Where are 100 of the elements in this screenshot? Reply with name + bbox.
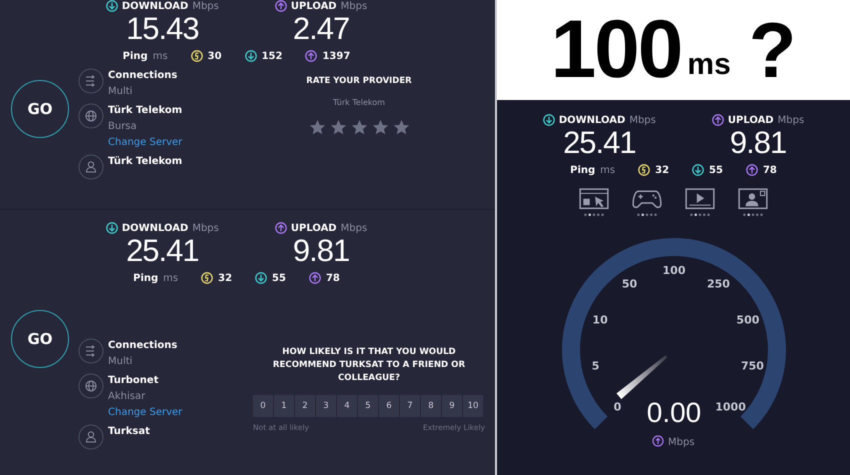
gauge-tick-label: 250 [706, 277, 730, 290]
user-icon [78, 424, 104, 450]
download-icon [692, 164, 704, 176]
upload-icon [746, 164, 758, 176]
go-button[interactable]: GO [11, 80, 69, 138]
upload-icon [305, 50, 318, 62]
go-button[interactable]: GO [11, 310, 69, 368]
globe-icon [78, 103, 104, 129]
unit-label: Mbps [192, 222, 219, 234]
star-icon[interactable] [308, 119, 326, 136]
connections-icon [78, 338, 104, 364]
gauge-tick-label: 10 [592, 313, 608, 326]
scale-option[interactable]: 5 [358, 395, 378, 417]
jitter-icon [190, 50, 203, 62]
upload-label: UPLOAD [728, 114, 774, 126]
gauge-tick-label: 50 [621, 277, 637, 290]
ping-label: Ping [133, 272, 158, 284]
upload-icon [274, 222, 287, 234]
video-player-icon [684, 188, 716, 218]
scale-option[interactable]: 7 [400, 395, 420, 417]
ping-value: 32 [655, 164, 670, 176]
ping-label: Ping [122, 50, 148, 62]
download-icon [255, 272, 268, 284]
gauge-tick-label: 750 [740, 360, 764, 373]
unit-label: Mbps [192, 0, 219, 12]
video-call-icon [737, 188, 769, 218]
download-value: 25.41 [563, 126, 636, 160]
scale-option[interactable]: 3 [316, 395, 336, 417]
headline-question-mark: ? [748, 11, 796, 89]
upload-value: 9.81 [730, 126, 786, 160]
gauge-tick-label: 500 [736, 313, 759, 326]
unit-label: Mbps [778, 114, 804, 126]
headline-value: 100 [550, 9, 682, 91]
download-value: 15.43 [126, 12, 199, 46]
unit-label: ms [152, 50, 168, 62]
globe-icon [78, 373, 104, 399]
gauge-tick-label: 100 [662, 264, 685, 277]
download-icon [244, 50, 257, 62]
gamepad-icon [631, 188, 663, 218]
ping-value: 152 [262, 50, 282, 62]
server-row-title: Türk Telekom [108, 104, 182, 118]
change-server-link[interactable]: Change Server [108, 405, 182, 421]
scale-option[interactable]: 4 [337, 395, 357, 417]
provider-name: Türk Telekom [333, 98, 385, 107]
gauge-tick-label: 5 [591, 360, 599, 373]
speed-value: 0.00 [646, 397, 701, 428]
download-icon [542, 114, 555, 126]
star-icon[interactable] [372, 119, 388, 136]
ping-value: 32 [218, 272, 232, 284]
ping-value: 78 [762, 164, 777, 176]
download-label: DOWNLOAD [122, 0, 188, 12]
scale-option[interactable]: 8 [421, 395, 441, 417]
ping-value: 55 [709, 164, 723, 176]
server-row-subtitle: Multi [108, 85, 134, 99]
server-row-title: Turbonet [108, 374, 160, 388]
star-icon[interactable] [350, 119, 368, 136]
survey-question: HOW LIKELY IS IT THAT YOU WOULD RECOMMEND TURKSAT TO A FRIEND OR COLLEAGUE? [272, 346, 466, 385]
scale-option[interactable]: 1 [274, 395, 294, 417]
unit-label: ms [163, 272, 178, 284]
star-icon[interactable] [330, 119, 346, 136]
ping-value: 55 [272, 272, 286, 284]
download-icon [106, 222, 118, 234]
jitter-icon [201, 272, 214, 284]
ping-value: 1397 [322, 50, 350, 62]
unit-label: Mbps [340, 0, 368, 12]
upload-icon [712, 114, 724, 126]
download-value: 25.41 [126, 234, 199, 268]
unit-label: Mbps [668, 437, 694, 448]
jitter-icon [638, 164, 650, 176]
unit-label: ms [600, 164, 616, 176]
server-row-subtitle: Akhisar [108, 390, 146, 404]
gauge-tick-label: 1000 [714, 400, 746, 414]
scale-option[interactable]: 9 [442, 395, 462, 417]
download-label: DOWNLOAD [558, 114, 626, 126]
upload-label: UPLOAD [290, 0, 337, 12]
scale-option[interactable]: 6 [379, 395, 399, 417]
ping-value: 78 [326, 272, 340, 284]
user-icon [78, 154, 104, 180]
browser-cursor-icon [578, 188, 610, 218]
upload-label: UPLOAD [290, 222, 337, 234]
upload-value: 2.47 [292, 12, 350, 46]
scale-option[interactable]: 0 [253, 395, 273, 417]
upload-value: 9.81 [292, 234, 350, 268]
upload-icon [308, 272, 321, 284]
ping-value: 30 [208, 50, 222, 62]
star-icon[interactable] [392, 119, 410, 136]
change-server-link[interactable]: Change Server [108, 135, 182, 151]
connections-icon [78, 68, 104, 94]
scale-option[interactable]: 2 [295, 395, 315, 417]
gauge-tick-label: 0 [613, 400, 621, 414]
headline-unit: ms [687, 48, 731, 82]
upload-icon [652, 435, 664, 447]
gauge-needle [616, 355, 667, 400]
star-rating[interactable] [308, 119, 410, 136]
server-row-title: Connections [108, 339, 178, 353]
server-row-title: Türk Telekom [108, 155, 182, 169]
unit-label: Mbps [629, 114, 656, 126]
rate-title: RATE YOUR PROVIDER [306, 76, 412, 86]
scale-option[interactable]: 10 [463, 395, 483, 417]
server-row-title: Connections [108, 69, 178, 83]
